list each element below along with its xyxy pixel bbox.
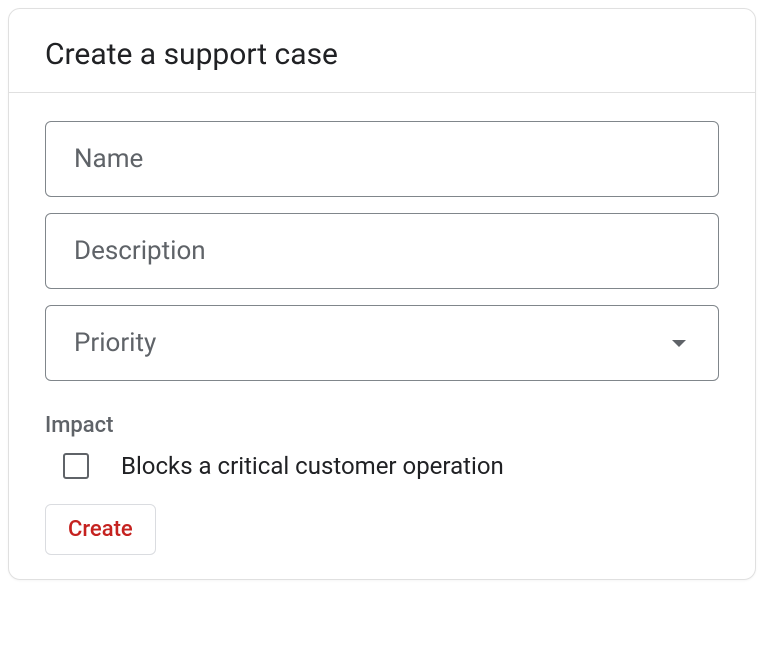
page-title: Create a support case	[45, 37, 719, 72]
create-button[interactable]: Create	[45, 504, 156, 555]
name-field-label: Name	[74, 144, 690, 174]
impact-checkbox-row: Blocks a critical customer operation	[45, 452, 719, 480]
priority-select[interactable]: Priority	[45, 305, 719, 381]
description-field[interactable]: Description	[45, 213, 719, 289]
support-case-card: Create a support case Name Description P…	[8, 8, 756, 580]
impact-checkbox[interactable]	[63, 453, 89, 479]
impact-section-label: Impact	[45, 413, 719, 438]
card-body: Name Description Priority Impact Blocks …	[9, 93, 755, 579]
name-field[interactable]: Name	[45, 121, 719, 197]
impact-checkbox-label: Blocks a critical customer operation	[121, 452, 504, 480]
card-header: Create a support case	[9, 9, 755, 92]
chevron-down-icon	[672, 340, 686, 347]
description-field-label: Description	[74, 236, 690, 266]
priority-select-label: Priority	[74, 328, 672, 358]
